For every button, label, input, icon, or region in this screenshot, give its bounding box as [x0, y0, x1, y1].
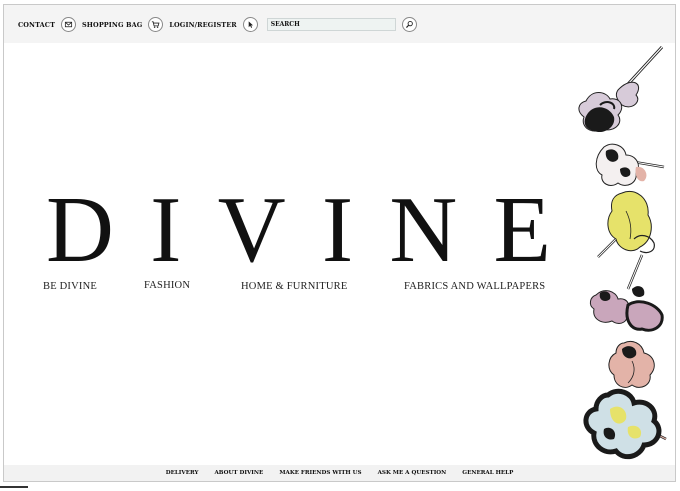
footer-nav: DELIVERY ABOUT DIVINE MAKE FRIENDS WITH …	[4, 465, 675, 481]
footer-link-make-friends[interactable]: MAKE FRIENDS WITH US	[279, 470, 361, 476]
footer-link-delivery[interactable]: DELIVERY	[166, 470, 199, 476]
category-fabrics-wallpapers[interactable]: FABRICS AND WALLPAPERS	[404, 281, 545, 292]
shopping-cart-icon[interactable]	[148, 17, 164, 32]
category-fashion[interactable]: FASHION	[144, 280, 190, 291]
brand-letter: D	[46, 178, 114, 282]
brand-letter: V	[217, 178, 286, 282]
flower-white-black	[595, 143, 665, 186]
category-be-divine[interactable]: BE DIVINE	[43, 281, 97, 292]
brand-logo: D I V I N E	[46, 183, 551, 277]
footer-link-general-help[interactable]: GENERAL HELP	[462, 470, 513, 476]
flower-pink-black	[589, 254, 664, 332]
top-bar: CONTACT SHOPPING BAG LOGIN/REGISTER	[4, 5, 675, 43]
shopping-bag-link[interactable]: SHOPPING BAG	[82, 21, 142, 29]
floral-illustration	[578, 45, 667, 460]
envelope-icon[interactable]	[61, 17, 77, 32]
browser-frame: CONTACT SHOPPING BAG LOGIN/REGISTER D I …	[3, 4, 676, 482]
cursor-pointer-icon[interactable]	[242, 17, 258, 32]
category-home-furniture[interactable]: HOME & FURNITURE	[241, 281, 347, 292]
flower-blue-yellow	[583, 388, 667, 460]
contact-link[interactable]: CONTACT	[18, 21, 55, 29]
brand-letter: N	[389, 178, 458, 282]
scrollbar-strip	[0, 486, 28, 488]
brand-letter: E	[493, 178, 551, 282]
brand-letter: I	[150, 178, 182, 282]
search-input[interactable]	[266, 18, 396, 31]
login-register-link[interactable]: LOGIN/REGISTER	[169, 21, 236, 29]
flower-lilac-black	[578, 45, 664, 133]
brand-letter: I	[321, 178, 354, 282]
footer-link-ask-question[interactable]: ASK ME A QUESTION	[378, 470, 447, 476]
magnifier-icon[interactable]	[401, 17, 417, 32]
footer-link-about[interactable]: ABOUT DIVINE	[214, 470, 263, 476]
flower-yellow	[597, 191, 655, 258]
top-navigation: CONTACT SHOPPING BAG LOGIN/REGISTER	[18, 17, 419, 32]
flower-salmon	[608, 340, 655, 388]
